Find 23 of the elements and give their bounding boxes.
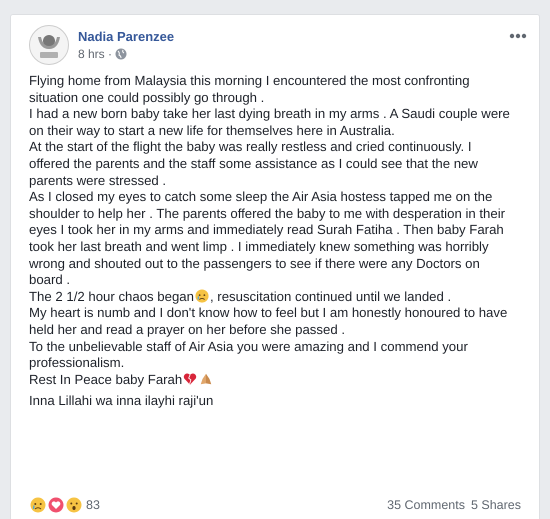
post-text: Flying home from Malaysia this morning I encountered the most confronting situation one could possibly go through . bbox=[29, 73, 470, 105]
post-text: To the unbelievable staff of Air Asia you were amazing and I commend your professionalism. bbox=[29, 338, 468, 370]
sad-reaction-icon bbox=[30, 497, 46, 513]
post-text: As I closed my eyes to catch some sleep the Air Asia hostess tapped me on the shoulder to help her . The parents offered the baby to me with desperation in their eyes I took her in my arms and immediately read Surah Fatiha . Then baby Farah took her last breath and went limp . I immediately knew something was horribly wrong and shouted out to the passengers to see if there were any Doctors on board . bbox=[29, 189, 506, 288]
post-text: , resuscitation continued until we landed . bbox=[210, 288, 452, 304]
post-text: My heart is numb and I don't know how to feel but I am honestly honoured to have held her and read a prayer on her before she passed . bbox=[29, 305, 508, 337]
post-text: The 2 1/2 hour chaos began bbox=[29, 288, 194, 304]
post-text: Inna Lillahi wa inna ilayhi raji'un bbox=[29, 393, 214, 408]
comments-link[interactable]: 35 Comments bbox=[387, 498, 465, 512]
avatar-icon[interactable] bbox=[29, 25, 69, 65]
crying-face-icon bbox=[194, 288, 209, 303]
shares-link[interactable]: 5 Shares bbox=[470, 498, 521, 512]
post-text: At the start of the flight the baby was really restless and cried continuously. I offered the parents and the staff some assistance as I could see that the new parents were stressed . bbox=[29, 139, 478, 188]
post-text: Rest In Peace baby Farah bbox=[29, 372, 182, 387]
globe-icon bbox=[115, 48, 128, 60]
more-options-icon[interactable] bbox=[509, 33, 527, 39]
love-reaction-icon bbox=[48, 497, 64, 513]
post-time[interactable]: 8 hrs · bbox=[78, 47, 112, 61]
wow-reaction-icon bbox=[66, 497, 82, 513]
author-name[interactable]: Nadia Parenzee bbox=[78, 29, 500, 44]
post-text: I had a new born baby take her last dying breath in my arms . A Saudi couple were on their way to start a new life for themselves here in Australia. bbox=[29, 106, 510, 138]
reaction-count[interactable]: 83 bbox=[86, 498, 100, 512]
broken-heart-icon bbox=[183, 372, 198, 386]
